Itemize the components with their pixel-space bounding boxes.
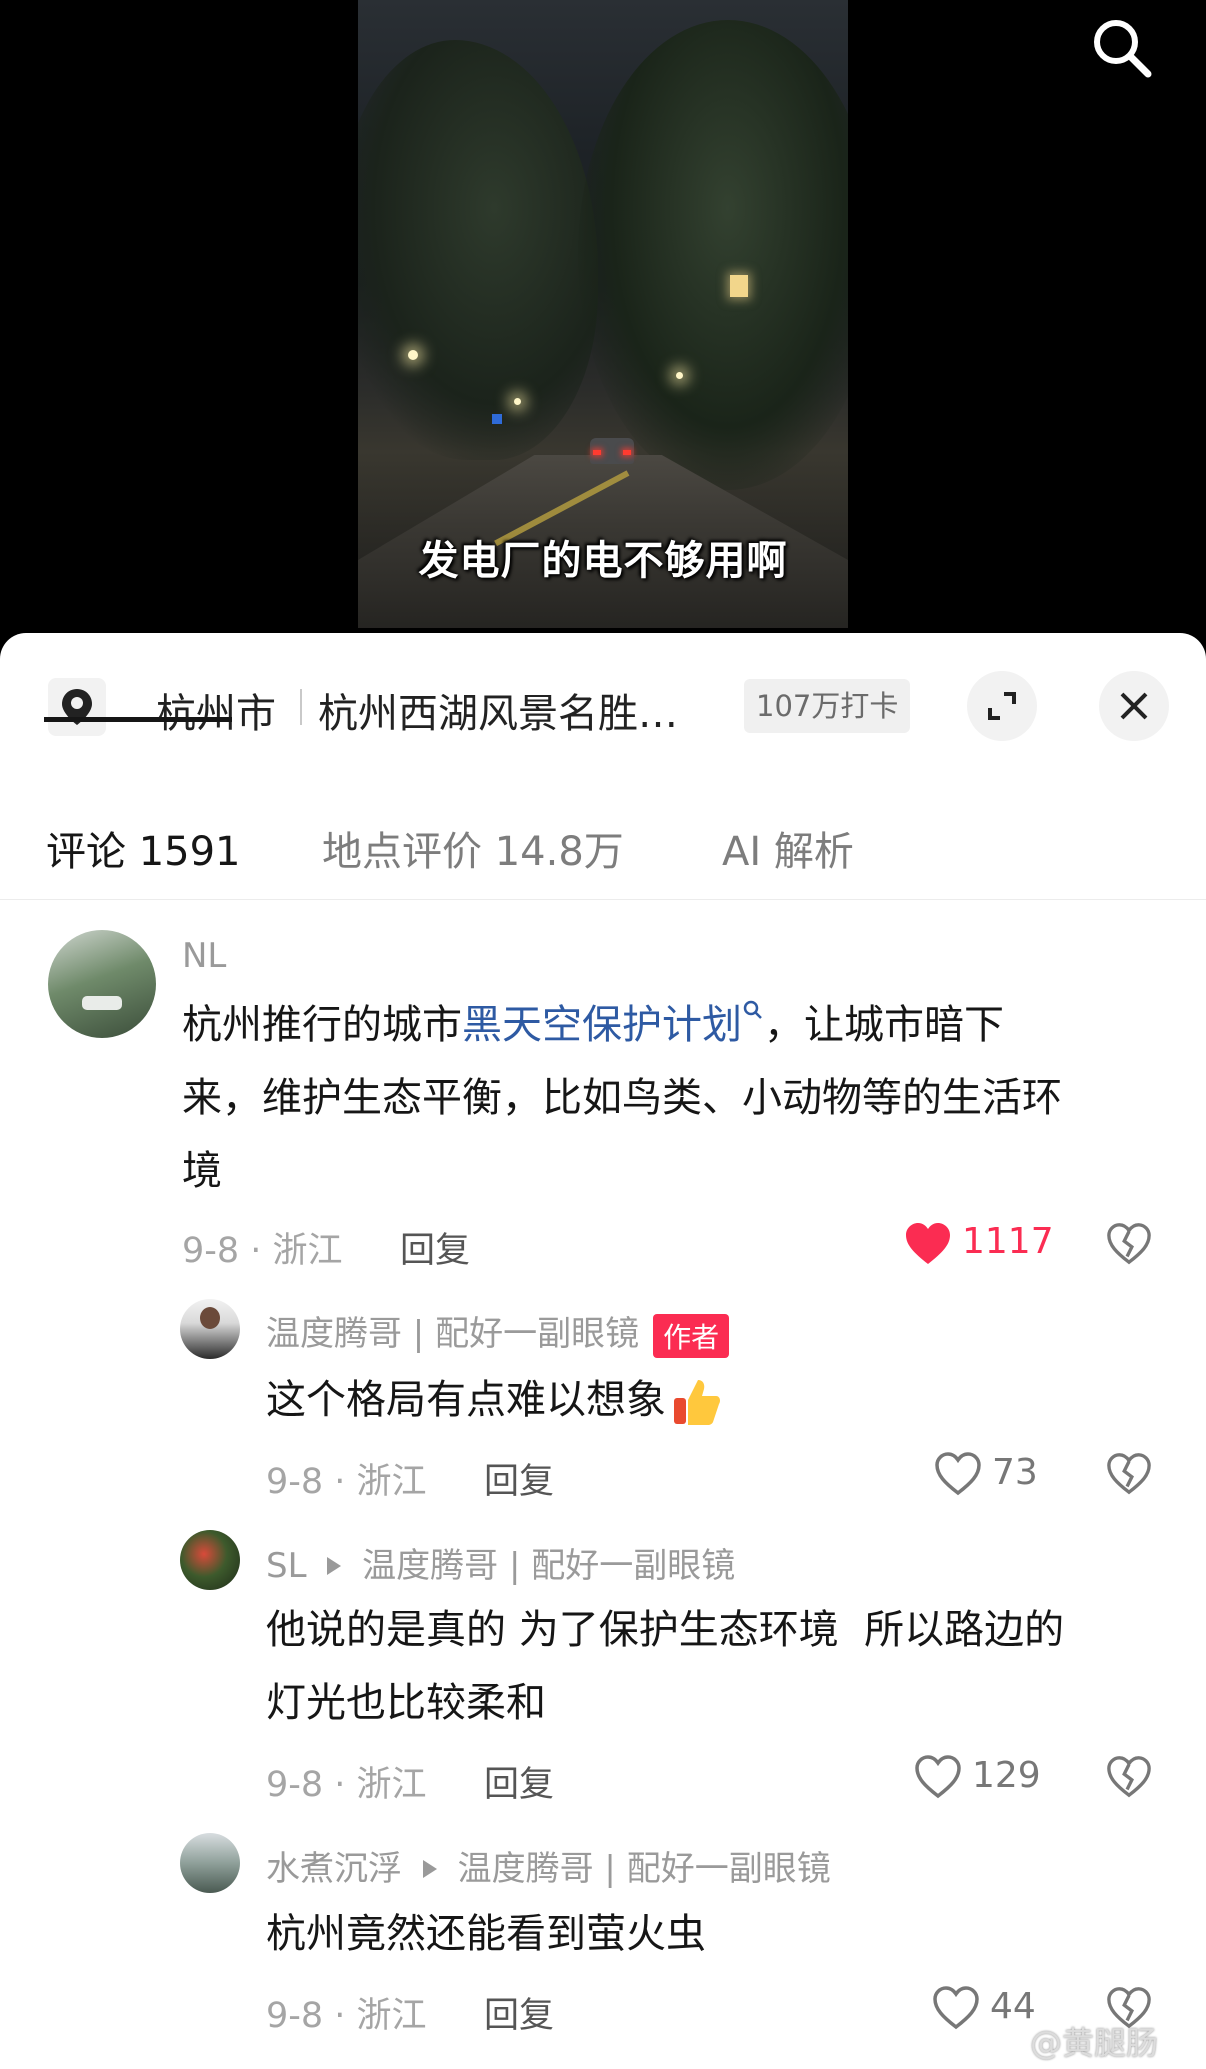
location-place[interactable]: 杭州西湖风景名胜… bbox=[318, 681, 678, 739]
comment-text: 这个格局有点难以想象 bbox=[266, 1364, 722, 1437]
comment-text-part: 他说的是真的 为了保护生态环境 所以路边的 bbox=[266, 1607, 1065, 1653]
thumbs-up-icon bbox=[670, 1376, 722, 1428]
location-city[interactable]: 杭州市 bbox=[156, 681, 276, 739]
comment-text: 杭州竟然还能看到萤火虫 bbox=[266, 1911, 706, 1957]
comment-meta: 9-8 · 浙江 bbox=[266, 1462, 427, 1502]
comment-text-part: 来，维护生态平衡，比如鸟类、小动物等的生活环 bbox=[182, 1075, 1062, 1121]
street-lamp bbox=[408, 350, 418, 360]
dislike-icon[interactable] bbox=[1106, 1222, 1152, 1266]
tab-place-reviews[interactable]: 地点评价 14.8万 bbox=[322, 819, 624, 877]
reply-button[interactable]: 回复 bbox=[400, 1222, 470, 1273]
dislike-icon[interactable] bbox=[1106, 1452, 1152, 1496]
car bbox=[590, 438, 634, 464]
like-count: 44 bbox=[990, 1986, 1036, 2027]
username-text[interactable]: 水煮沉浮 bbox=[266, 1849, 402, 1889]
reply-button[interactable]: 回复 bbox=[484, 1453, 554, 1504]
reply-arrow-icon bbox=[421, 1849, 439, 1889]
search-button[interactable] bbox=[1088, 14, 1154, 80]
comment-text: 他说的是真的 为了保护生态环境 所以路边的 灯光也比较柔和 bbox=[266, 1594, 1166, 1740]
tab-bar: 评论 1591 地点评价 14.8万 AI 解析 bbox=[0, 803, 1206, 900]
video-subtitle: 发电厂的电不够用啊 bbox=[418, 538, 788, 584]
comment-text-part: 杭州推行的城市 bbox=[182, 1002, 462, 1048]
street-lamp bbox=[514, 398, 521, 405]
comment-username[interactable]: SL 温度腾哥 | 配好一副眼镜 bbox=[266, 1538, 735, 1587]
comment-meta: 9-8 · 浙江 bbox=[182, 1231, 343, 1271]
comment-text-part: 境 bbox=[182, 1148, 222, 1194]
dislike-icon[interactable] bbox=[1106, 1755, 1152, 1799]
avatar[interactable] bbox=[48, 930, 156, 1038]
search-icon[interactable] bbox=[742, 999, 764, 1021]
comment-text-part: 这个格局有点难以想象 bbox=[266, 1377, 666, 1423]
comment-text-part: 灯光也比较柔和 bbox=[266, 1680, 546, 1726]
comment-meta: 9-8 · 浙江 bbox=[266, 1765, 427, 1805]
expand-icon bbox=[988, 692, 1016, 720]
author-badge: 作者 bbox=[653, 1313, 730, 1358]
heart-icon[interactable] bbox=[914, 1755, 962, 1799]
heart-filled-icon[interactable] bbox=[904, 1222, 952, 1266]
divider bbox=[300, 689, 302, 725]
reply-button[interactable]: 回复 bbox=[484, 1756, 554, 1807]
tab-comments[interactable]: 评论 1591 bbox=[46, 819, 241, 877]
username-text[interactable]: SL bbox=[266, 1546, 307, 1586]
reply-arrow-icon bbox=[325, 1546, 343, 1586]
avatar[interactable] bbox=[180, 1833, 240, 1893]
comment-username[interactable]: 温度腾哥 | 配好一副眼镜 作者 bbox=[266, 1306, 730, 1358]
expand-button[interactable] bbox=[967, 671, 1037, 741]
street-lamp bbox=[676, 372, 683, 379]
avatar[interactable] bbox=[180, 1530, 240, 1590]
video-frame: 发电厂的电不够用啊 bbox=[358, 0, 848, 628]
comment-text-part: ，让城市暗下 bbox=[764, 1002, 1004, 1048]
reply-to-username[interactable]: 温度腾哥 | 配好一副眼镜 bbox=[362, 1546, 735, 1586]
video-player[interactable]: 发电厂的电不够用啊 bbox=[0, 0, 1206, 640]
active-tab-indicator bbox=[44, 717, 232, 722]
like-count: 1117 bbox=[962, 1221, 1054, 1262]
like-count: 73 bbox=[992, 1452, 1038, 1493]
topic-link[interactable]: 黑天空保护计划 bbox=[462, 1002, 742, 1048]
tab-ai-analysis[interactable]: AI 解析 bbox=[722, 819, 854, 877]
road-sign bbox=[492, 414, 502, 424]
checkin-count-badge: 107万打卡 bbox=[744, 679, 911, 733]
location-pin-icon bbox=[48, 678, 106, 736]
close-button[interactable] bbox=[1099, 671, 1169, 741]
avatar[interactable] bbox=[180, 1299, 240, 1359]
close-icon bbox=[1120, 692, 1148, 720]
watermark: @黄腿肠 bbox=[1030, 2024, 1159, 2062]
comment-username[interactable]: NL bbox=[182, 936, 226, 976]
search-icon bbox=[1094, 20, 1152, 78]
username-text[interactable]: 温度腾哥 | 配好一副眼镜 bbox=[266, 1314, 639, 1354]
heart-icon[interactable] bbox=[934, 1452, 982, 1496]
comment-username[interactable]: 水煮沉浮 温度腾哥 | 配好一副眼镜 bbox=[266, 1841, 831, 1890]
like-count: 129 bbox=[972, 1755, 1041, 1796]
lit-window bbox=[730, 275, 748, 297]
comment-meta: 9-8 · 浙江 bbox=[266, 1996, 427, 2036]
heart-icon[interactable] bbox=[932, 1986, 980, 2030]
comment-text: 杭州推行的城市黑天空保护计划 ，让城市暗下 来，维护生态平衡，比如鸟类、小动物等的… bbox=[182, 989, 1172, 1208]
reply-to-username[interactable]: 温度腾哥 | 配好一副眼镜 bbox=[458, 1849, 831, 1889]
location-bar[interactable]: 杭州市 杭州西湖风景名胜… 107万打卡 bbox=[0, 633, 1206, 783]
tree-left bbox=[358, 40, 598, 460]
tree-right bbox=[578, 20, 848, 490]
reply-button[interactable]: 回复 bbox=[484, 1987, 554, 2038]
